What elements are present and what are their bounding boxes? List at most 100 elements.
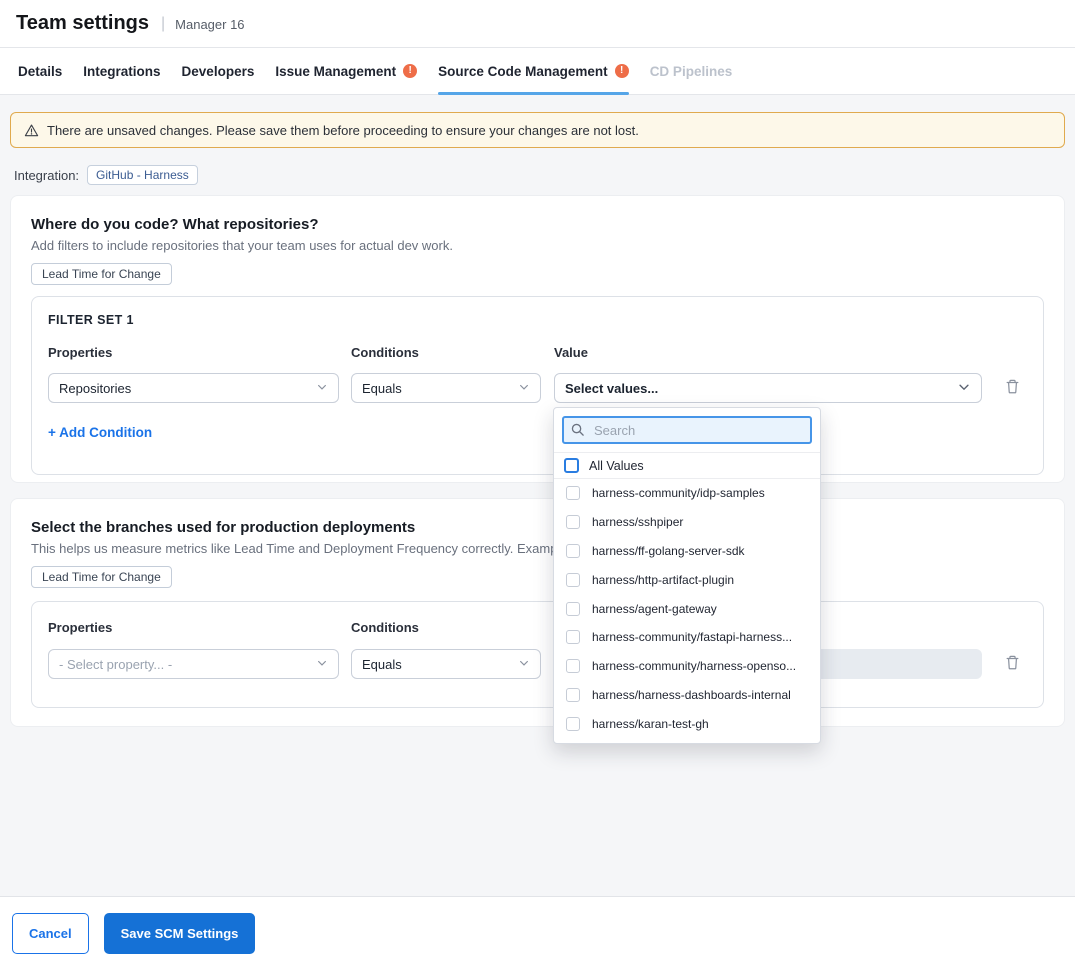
integration-label: Integration: xyxy=(14,168,79,183)
trash-icon xyxy=(1004,654,1021,674)
option-checkbox[interactable] xyxy=(566,486,580,500)
option-checkbox[interactable] xyxy=(566,573,580,587)
chevron-down-icon xyxy=(518,381,530,396)
dropdown-search xyxy=(562,416,812,444)
alert-badge-icon: ! xyxy=(403,64,417,78)
tab-label: Developers xyxy=(182,64,255,79)
add-condition-button[interactable]: + Add Condition xyxy=(48,425,152,458)
lead-time-chip: Lead Time for Change xyxy=(31,263,172,285)
filter-set-branches: Properties Conditions Value - Select pro… xyxy=(31,601,1044,708)
all-values-label: All Values xyxy=(589,459,644,473)
conditions-column-label: Conditions xyxy=(351,345,541,360)
option-checkbox[interactable] xyxy=(566,544,580,558)
dropdown-options-list: harness-community/idp-samples harness/ssh… xyxy=(554,479,820,744)
property-select[interactable]: Repositories xyxy=(48,373,339,403)
option-label: harness-community/fastapi-harness... xyxy=(592,630,792,644)
tab-label: CD Pipelines xyxy=(650,64,733,79)
tab-bar: Details Integrations Developers Issue Manag… xyxy=(0,47,1075,95)
option-checkbox[interactable] xyxy=(566,717,580,731)
dropdown-option[interactable]: harness/harness-dashboards-internal xyxy=(554,681,820,710)
dropdown-option[interactable]: harness/karan-test-gh xyxy=(554,709,820,738)
alert-badge-icon: ! xyxy=(615,64,629,78)
repositories-section: Where do you code? What repositories? Ad… xyxy=(10,195,1065,483)
option-checkbox[interactable] xyxy=(566,515,580,529)
value-multiselect[interactable]: Select values... xyxy=(554,373,982,403)
option-checkbox[interactable] xyxy=(566,602,580,616)
title-divider: | xyxy=(161,15,165,33)
section2-subtitle: This helps us measure metrics like Lead … xyxy=(31,541,1044,556)
properties-column-label: Properties xyxy=(48,620,339,635)
tab-label: Integrations xyxy=(83,64,160,79)
delete-filter-button[interactable] xyxy=(1002,376,1023,400)
main-content: There are unsaved changes. Please save t… xyxy=(0,95,1075,896)
option-label: harness-community/idp-samples xyxy=(592,486,765,500)
save-scm-settings-button[interactable]: Save SCM Settings xyxy=(104,913,256,954)
filter-column-headers: Properties Conditions Value xyxy=(48,620,1027,635)
option-label: harness/sshpiper xyxy=(592,515,683,529)
option-label: harness/harness-dashboards-internal xyxy=(592,688,791,702)
filter-set-1: FILTER SET 1 Properties Conditions Value… xyxy=(31,296,1044,475)
option-label: harness/agent-gateway xyxy=(592,602,717,616)
trash-icon xyxy=(1004,378,1021,398)
tab-label: Source Code Management xyxy=(438,64,608,79)
chevron-down-icon xyxy=(518,657,530,672)
dropdown-option[interactable]: harness/sshpiper xyxy=(554,508,820,537)
dropdown-option[interactable]: harness/http-artifact-plugin xyxy=(554,565,820,594)
section1-subtitle: Add filters to include repositories that… xyxy=(31,238,1044,253)
lead-time-chip: Lead Time for Change xyxy=(31,566,172,588)
option-checkbox[interactable] xyxy=(566,630,580,644)
all-values-checkbox[interactable] xyxy=(564,458,579,473)
page-subtitle: Manager 16 xyxy=(175,15,244,32)
condition-select[interactable]: Equals xyxy=(351,373,541,403)
value-column-label: Value xyxy=(554,345,982,360)
chevron-down-icon xyxy=(316,381,328,396)
dropdown-option[interactable]: harness/agent-gateway xyxy=(554,594,820,623)
tab-label: Issue Management xyxy=(275,64,396,79)
search-input[interactable] xyxy=(562,416,812,444)
integration-chip[interactable]: GitHub - Harness xyxy=(87,165,198,185)
page-title: Team settings xyxy=(16,12,149,35)
search-icon xyxy=(570,422,585,442)
chevron-down-icon xyxy=(957,380,971,397)
option-checkbox[interactable] xyxy=(566,659,580,673)
tab-cd-pipelines: CD Pipelines xyxy=(650,48,733,94)
filter-column-headers: Properties Conditions Value xyxy=(48,345,1027,360)
team-settings-page: Team settings | Manager 16 Details Integr… xyxy=(0,0,1075,954)
dropdown-option[interactable]: harness/ff-golang-server-sdk xyxy=(554,537,820,566)
section2-title: Select the branches used for production … xyxy=(31,519,1044,536)
tab-source-code-management[interactable]: Source Code Management! xyxy=(438,48,629,94)
dropdown-option[interactable]: harness/internal-grid-dashboard xyxy=(554,738,820,744)
filter-row: - Select property... - Equals xyxy=(48,649,1027,679)
tab-issue-management[interactable]: Issue Management! xyxy=(275,48,417,94)
dropdown-option[interactable]: harness-community/idp-samples xyxy=(554,479,820,508)
delete-filter-button[interactable] xyxy=(1002,652,1023,676)
dropdown-option[interactable]: harness-community/harness-openso... xyxy=(554,652,820,681)
unsaved-changes-banner: There are unsaved changes. Please save t… xyxy=(10,112,1065,148)
option-label: harness/karan-test-gh xyxy=(592,717,709,731)
option-checkbox[interactable] xyxy=(566,688,580,702)
property-select[interactable]: - Select property... - xyxy=(48,649,339,679)
cancel-button[interactable]: Cancel xyxy=(12,913,89,954)
page-header: Team settings | Manager 16 xyxy=(0,0,1075,47)
properties-column-label: Properties xyxy=(48,345,339,360)
banner-text: There are unsaved changes. Please save t… xyxy=(47,123,639,138)
filter-row: Repositories Equals Select values... xyxy=(48,373,1027,403)
tab-integrations[interactable]: Integrations xyxy=(83,48,160,94)
footer-actions: Cancel Save SCM Settings xyxy=(0,896,1075,954)
chevron-down-icon xyxy=(316,657,328,672)
conditions-column-label: Conditions xyxy=(351,620,541,635)
filter-set-title: FILTER SET 1 xyxy=(48,313,1027,327)
tab-developers[interactable]: Developers xyxy=(182,48,255,94)
option-label: harness/http-artifact-plugin xyxy=(592,573,734,587)
option-label: harness-community/harness-openso... xyxy=(592,659,796,673)
integration-row: Integration: GitHub - Harness xyxy=(14,165,1065,185)
section1-title: Where do you code? What repositories? xyxy=(31,216,1044,233)
tab-details[interactable]: Details xyxy=(18,48,62,94)
tab-label: Details xyxy=(18,64,62,79)
value-dropdown-panel: All Values harness-community/idp-samples… xyxy=(553,407,821,744)
all-values-option[interactable]: All Values xyxy=(554,452,820,479)
branches-section: Select the branches used for production … xyxy=(10,498,1065,727)
condition-select[interactable]: Equals xyxy=(351,649,541,679)
dropdown-option[interactable]: harness-community/fastapi-harness... xyxy=(554,623,820,652)
warning-triangle-icon xyxy=(24,123,39,138)
